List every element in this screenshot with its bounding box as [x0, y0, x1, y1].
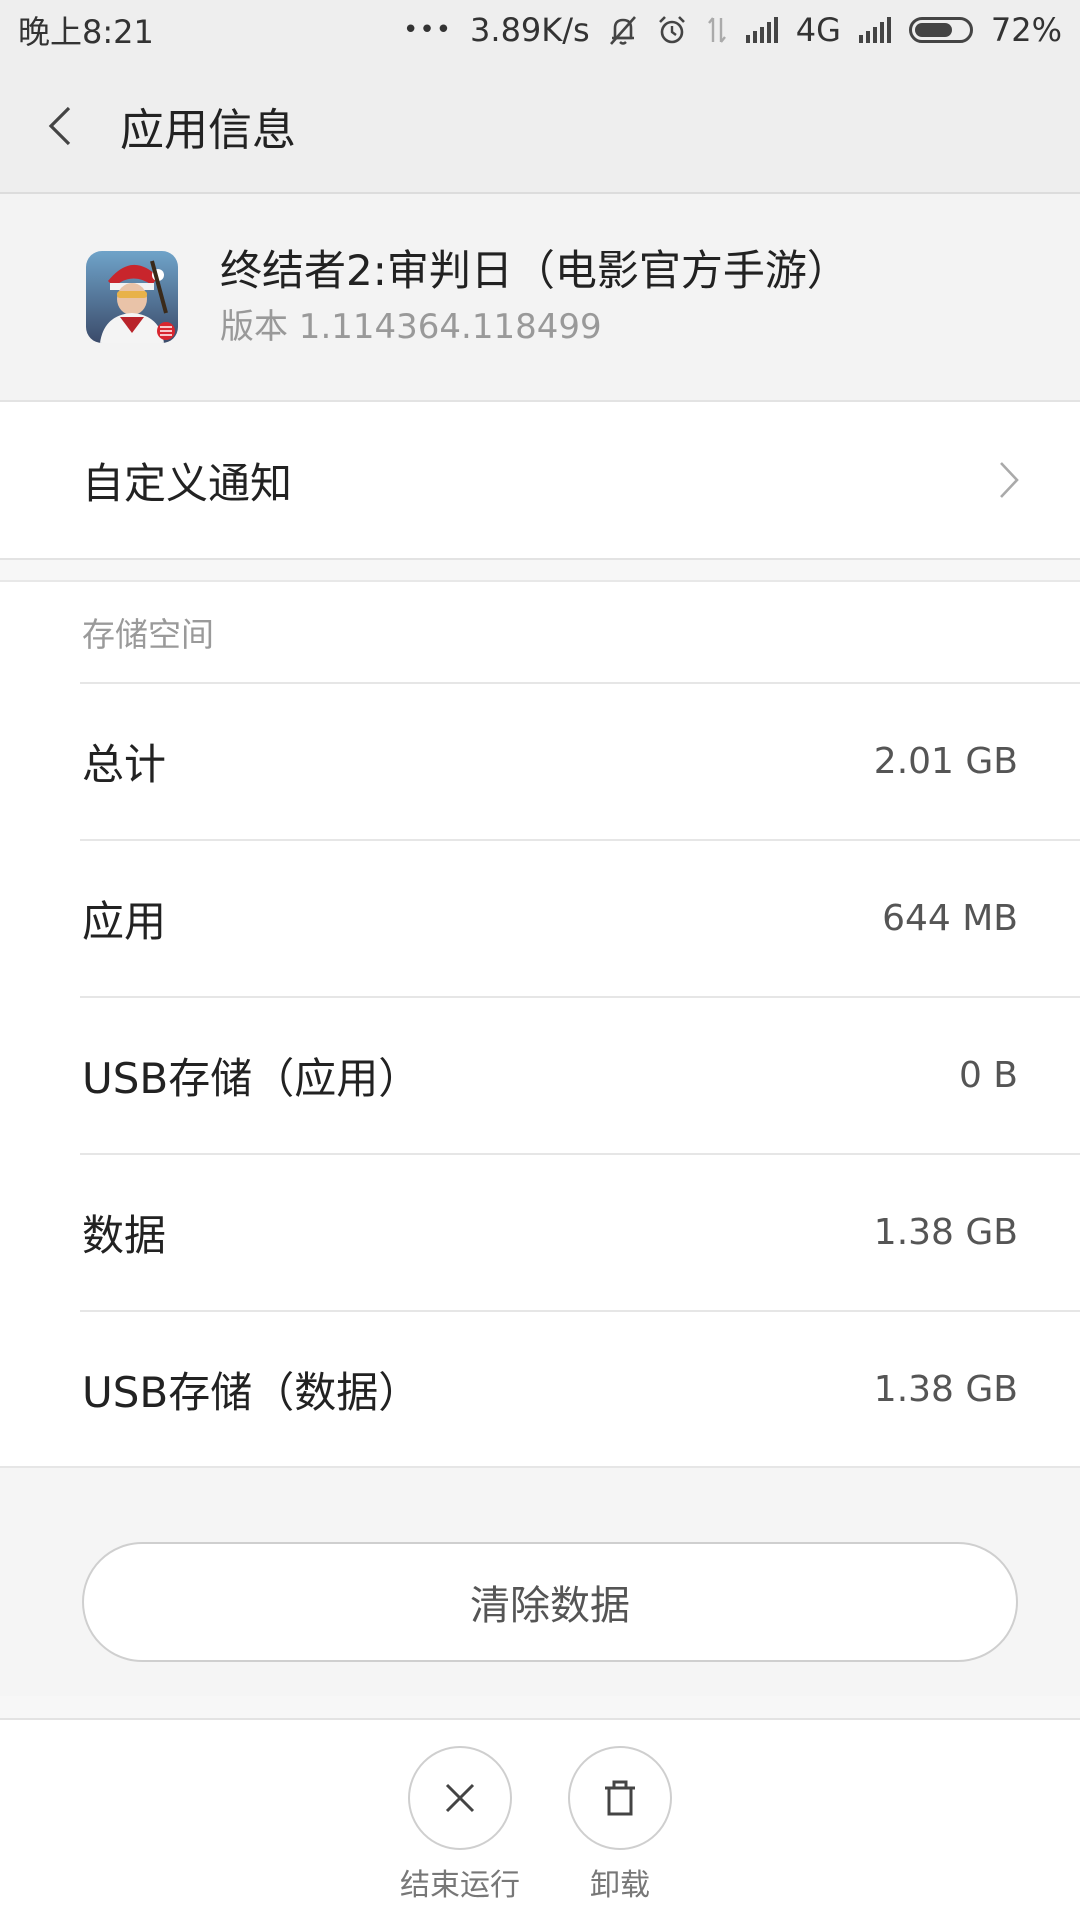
- storage-row-usb-app: USB存储（应用） 0 B: [80, 996, 1080, 1153]
- battery-icon: [908, 17, 973, 43]
- row-value: 0 B: [958, 1055, 1018, 1096]
- app-text: 终结者2:审判日（电影官方手游） 版本 1.114364.118499: [220, 243, 849, 351]
- status-bar: 晚上8:21 ••• 3.89K/s 4G 72%: [0, 0, 1080, 60]
- alarm-icon: [656, 12, 688, 48]
- data-arrows-icon: [706, 12, 728, 48]
- custom-notification-row[interactable]: 自定义通知: [0, 402, 1080, 560]
- uninstall-action[interactable]: 卸载: [550, 1746, 690, 1904]
- app-icon: [86, 251, 178, 343]
- row-label: 总计: [82, 740, 167, 789]
- row-label: 数据: [82, 1211, 167, 1260]
- header: 应用信息: [0, 60, 1080, 194]
- row-label: 应用: [82, 897, 167, 946]
- storage-row-usb-data: USB存储（数据） 1.38 GB: [80, 1310, 1080, 1467]
- mute-bell-icon: [608, 12, 638, 48]
- uninstall-button[interactable]: [568, 1746, 672, 1850]
- row-value: 644 MB: [882, 898, 1018, 939]
- storage-section-title: 存储空间: [82, 615, 214, 654]
- app-name: 终结者2:审判日（电影官方手游）: [220, 246, 849, 295]
- uninstall-label: 卸载: [590, 1868, 650, 1903]
- chevron-right-icon: [998, 460, 1020, 500]
- clear-data-area: 清除数据: [0, 1466, 1080, 1696]
- signal-icon-2: [858, 17, 891, 43]
- custom-notification-label: 自定义通知: [82, 458, 293, 508]
- battery-percent: 72%: [990, 11, 1062, 49]
- app-version: 版本 1.114364.118499: [220, 307, 602, 347]
- force-stop-label: 结束运行: [400, 1868, 520, 1903]
- force-stop-action[interactable]: 结束运行: [390, 1746, 530, 1904]
- app-info-screen: 晚上8:21 ••• 3.89K/s 4G 72% 应用信息 终结者2:审判日（…: [0, 0, 1080, 1920]
- more-dots-icon: •••: [403, 15, 453, 45]
- row-label: USB存储（应用）: [82, 1054, 421, 1103]
- storage-row-app: 应用 644 MB: [80, 839, 1080, 996]
- status-icons: ••• 3.89K/s 4G 72%: [403, 11, 1080, 49]
- bottom-action-bar: 结束运行 卸载: [0, 1718, 1080, 1920]
- row-label: USB存储（数据）: [82, 1368, 421, 1417]
- page-title: 应用信息: [120, 105, 296, 156]
- status-time: 晚上8:21: [18, 13, 154, 51]
- network-type: 4G: [795, 11, 841, 49]
- clear-data-button[interactable]: 清除数据: [82, 1542, 1018, 1662]
- trash-icon: [605, 1780, 635, 1816]
- storage-row-data: 数据 1.38 GB: [80, 1153, 1080, 1310]
- row-value: 2.01 GB: [873, 741, 1018, 782]
- row-value: 1.38 GB: [873, 1369, 1018, 1410]
- signal-icon: [745, 17, 778, 43]
- back-button[interactable]: [0, 66, 120, 186]
- app-info-card: 终结者2:审判日（电影官方手游） 版本 1.114364.118499: [0, 194, 1080, 402]
- close-icon: [445, 1783, 475, 1813]
- network-speed: 3.89K/s: [470, 11, 590, 49]
- row-value: 1.38 GB: [873, 1212, 1018, 1253]
- storage-row-total: 总计 2.01 GB: [80, 682, 1080, 839]
- back-arrow-icon: [48, 106, 71, 146]
- force-stop-button[interactable]: [408, 1746, 512, 1850]
- storage-section: 存储空间 总计 2.01 GB 应用 644 MB USB存储（应用） 0 B …: [0, 580, 1080, 1466]
